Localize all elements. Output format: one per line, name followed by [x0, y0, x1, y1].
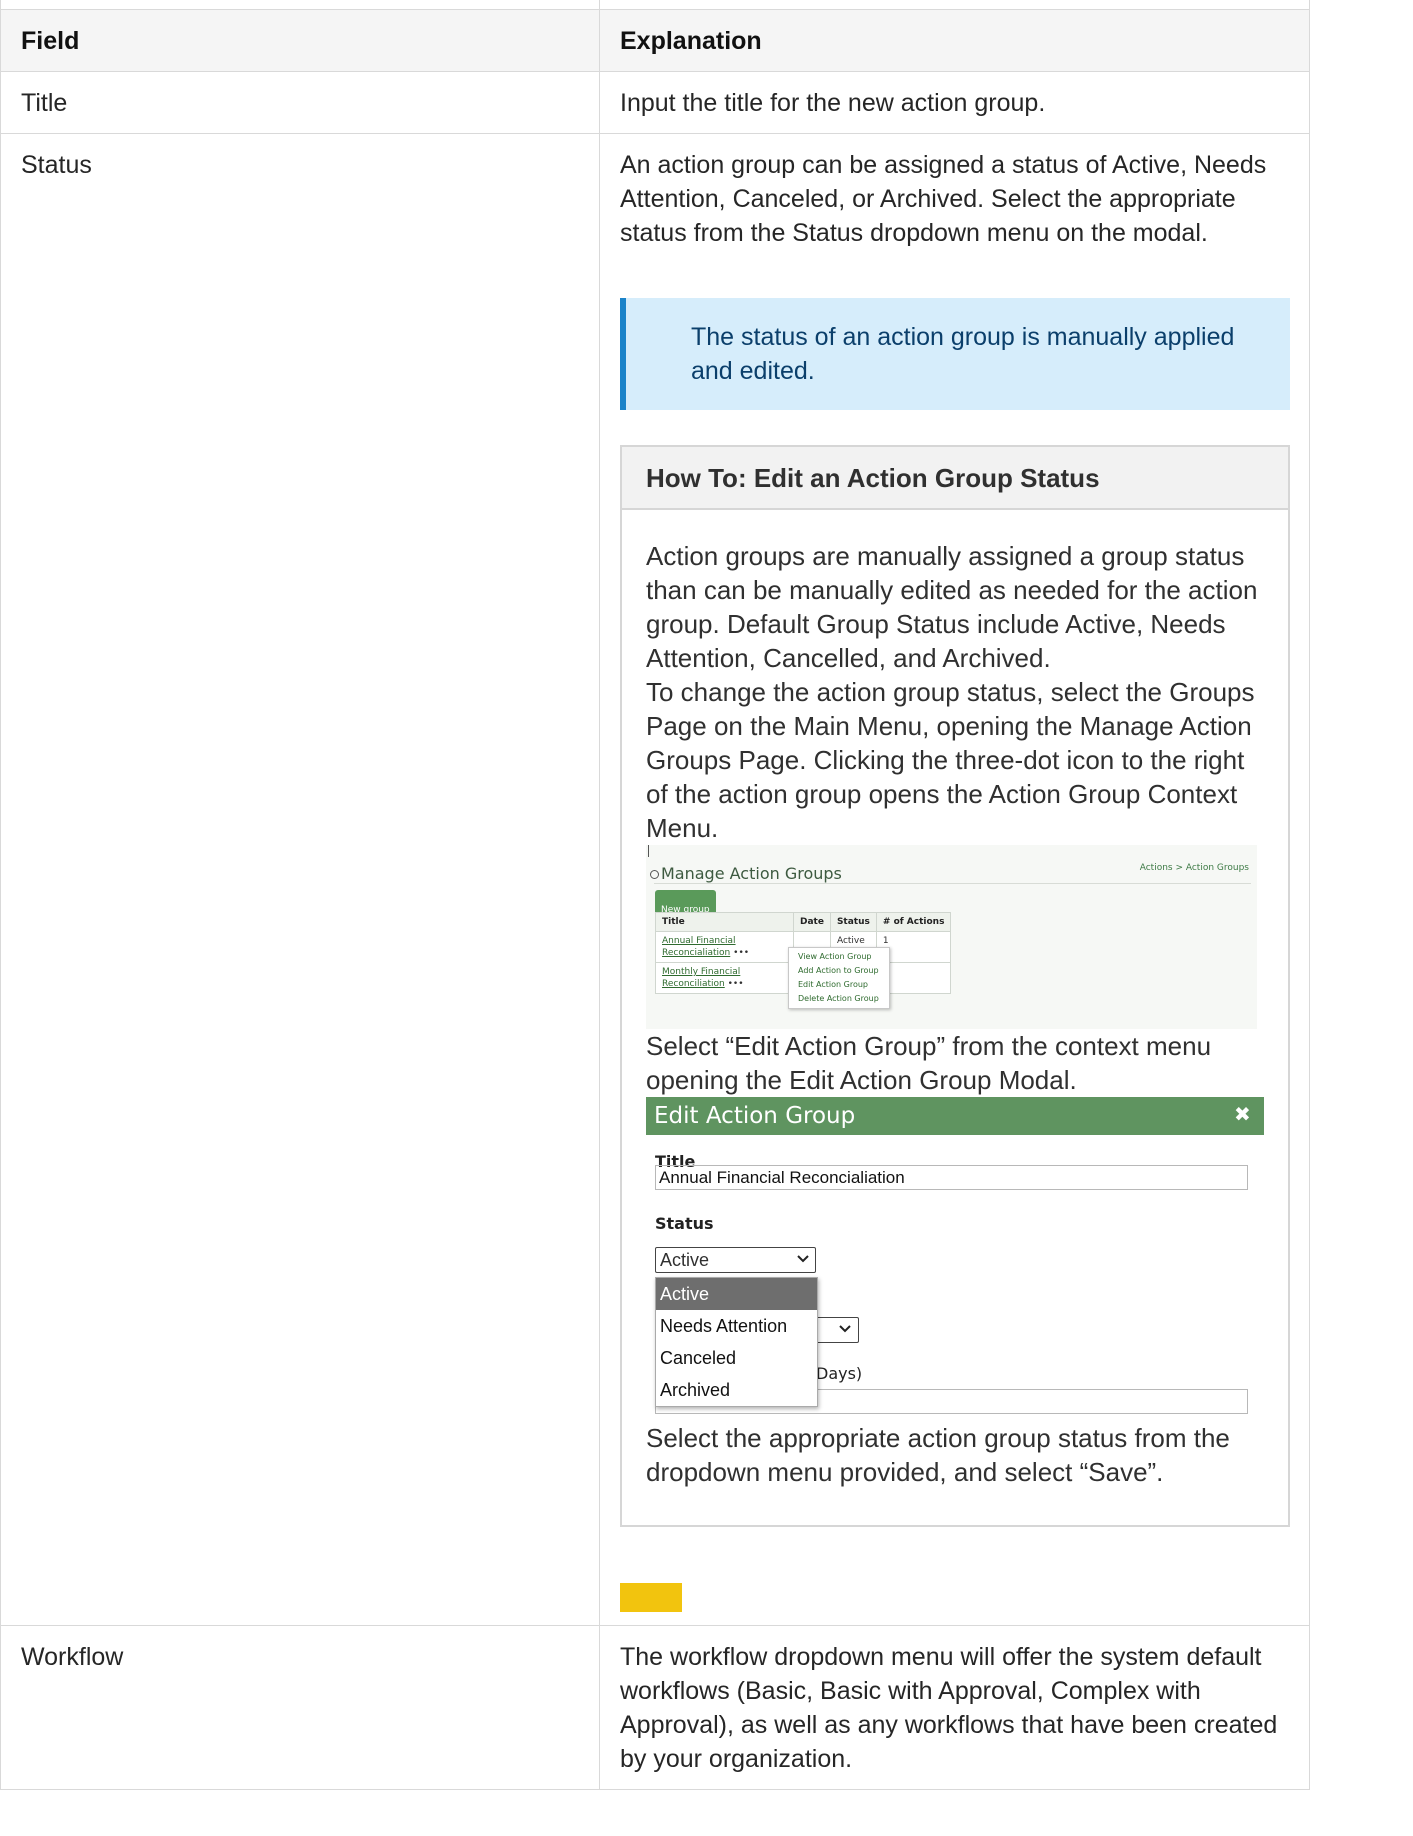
- field-workflow: Workflow: [0, 1625, 600, 1790]
- explanation-workflow: The workflow dropdown menu will offer th…: [599, 1625, 1310, 1790]
- menu-item-edit[interactable]: Edit Action Group: [798, 978, 879, 992]
- status-explanation-text: An action group can be assigned a status…: [620, 151, 1267, 247]
- howto-paragraph-4: Select the appropriate action group stat…: [646, 1423, 1230, 1487]
- cursor-line: [648, 845, 649, 857]
- status-select[interactable]: Active: [655, 1247, 816, 1273]
- groups-table-header: Title Date Status # of Actions: [655, 912, 952, 932]
- circle-icon: [650, 870, 659, 879]
- close-icon[interactable]: ✖: [1234, 1104, 1251, 1124]
- document-table: Field Explanation Title Input the title …: [0, 0, 1310, 1790]
- header-field: Field: [0, 9, 600, 72]
- menu-item-add[interactable]: Add Action to Group: [798, 964, 879, 978]
- howto-panel: How To: Edit an Action Group Status Acti…: [620, 445, 1290, 1527]
- more-icon[interactable]: •••: [728, 979, 744, 989]
- howto-body: Action groups are manually assigned a gr…: [622, 510, 1288, 1525]
- table-row: Status An action group can be assigned a…: [0, 133, 1310, 1626]
- more-icon[interactable]: •••: [733, 948, 749, 958]
- howto-paragraph-3: Select “Edit Action Group” from the cont…: [646, 1031, 1212, 1095]
- field-status: Status: [0, 133, 600, 1626]
- table-row: Workflow The workflow dropdown menu will…: [0, 1625, 1310, 1790]
- breadcrumb: Actions > Action Groups: [1139, 863, 1249, 873]
- col-count: # of Actions: [875, 912, 952, 932]
- col-status: Status: [829, 912, 877, 932]
- howto-paragraph-2: To change the action group status, selec…: [646, 677, 1255, 843]
- menu-item-delete[interactable]: Delete Action Group: [798, 992, 879, 1006]
- modal-header: Edit Action Group ✖: [646, 1097, 1264, 1135]
- status-label: Status: [655, 1214, 714, 1233]
- option-canceled[interactable]: Canceled: [656, 1342, 817, 1374]
- menu-item-view[interactable]: View Action Group: [798, 950, 879, 964]
- context-menu: View Action Group Add Action to Group Ed…: [788, 947, 890, 1009]
- explanation-title: Input the title for the new action group…: [599, 71, 1310, 134]
- title-input[interactable]: Annual Financial Reconcialiation: [655, 1165, 1248, 1190]
- status-options: Active Needs Attention Canceled Archived: [655, 1277, 818, 1407]
- chevron-down-icon: [839, 1325, 851, 1333]
- col-date: Date: [793, 912, 831, 932]
- divider: [654, 883, 1251, 884]
- table-header-row: Field Explanation: [0, 9, 1310, 72]
- edit-action-group-screenshot: Edit Action Group ✖ Title Annual Financi…: [646, 1097, 1264, 1421]
- status-selected: Active: [660, 1250, 710, 1270]
- option-active[interactable]: Active: [656, 1278, 817, 1310]
- page-title: Manage Action Groups: [650, 857, 842, 891]
- col-title: Title: [655, 912, 794, 932]
- highlight-marker: [620, 1583, 682, 1612]
- partial-label: Days): [816, 1364, 863, 1383]
- chevron-down-icon: [797, 1255, 809, 1263]
- info-note: The status of an action group is manuall…: [620, 298, 1290, 410]
- modal-title: Edit Action Group: [654, 1103, 856, 1129]
- table-row: Title Input the title for the new action…: [0, 71, 1310, 134]
- page-title-text: Manage Action Groups: [661, 864, 842, 883]
- manage-action-groups-screenshot: Actions > Action Groups Manage Action Gr…: [646, 845, 1257, 1029]
- secondary-select[interactable]: [811, 1317, 859, 1343]
- howto-heading: How To: Edit an Action Group Status: [622, 447, 1288, 510]
- group-link[interactable]: Annual Financial Reconcialiation: [662, 936, 736, 958]
- header-explanation: Explanation: [599, 9, 1310, 72]
- howto-paragraph-1: Action groups are manually assigned a gr…: [646, 541, 1258, 673]
- option-needs-attention[interactable]: Needs Attention: [656, 1310, 817, 1342]
- table-top-row: [0, 0, 1310, 10]
- field-title: Title: [0, 71, 600, 134]
- option-archived[interactable]: Archived: [656, 1374, 817, 1406]
- explanation-status: An action group can be assigned a status…: [599, 133, 1310, 1626]
